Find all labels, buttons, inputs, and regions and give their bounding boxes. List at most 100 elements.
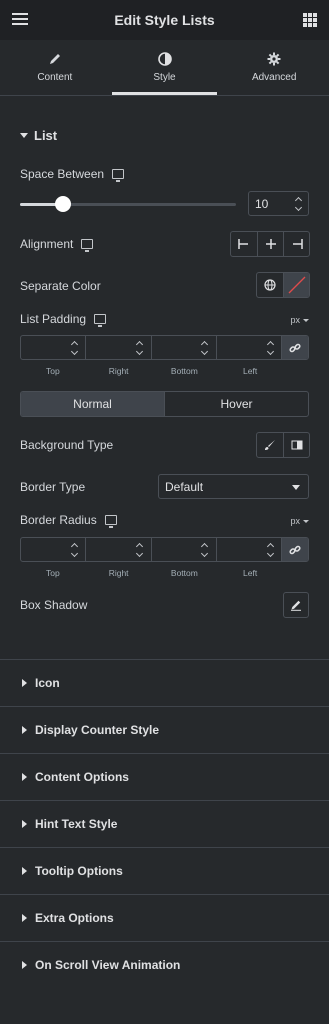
space-between-input[interactable]: 10 <box>248 191 309 216</box>
link-values-button[interactable] <box>282 336 308 359</box>
section-title: Tooltip Options <box>35 864 123 878</box>
chevron-down-icon <box>292 485 300 490</box>
align-center-button[interactable] <box>257 232 283 256</box>
control-label: Box Shadow <box>20 598 88 612</box>
chevron-down-icon[interactable] <box>266 347 274 356</box>
space-between-label: Space Between <box>20 167 125 182</box>
chevron-down-icon[interactable] <box>135 347 144 356</box>
panel-header: Edit Style Lists <box>0 0 329 40</box>
side-label: Right <box>108 366 129 376</box>
number-spinner[interactable] <box>135 340 144 356</box>
monitor-icon[interactable] <box>94 314 107 327</box>
section-display-counter-style[interactable]: Display Counter Style <box>0 706 329 753</box>
half-circle-icon <box>157 52 172 66</box>
border-type-label: Border Type <box>20 480 85 494</box>
unit-value: px <box>290 516 300 526</box>
section-icon[interactable]: Icon <box>0 659 329 706</box>
slider-handle[interactable] <box>55 196 72 212</box>
gear-icon <box>267 52 281 66</box>
number-spinner[interactable] <box>266 340 274 356</box>
chevron-down-icon <box>303 519 309 523</box>
gradient-icon <box>291 440 302 450</box>
number-spinner[interactable] <box>201 340 209 356</box>
padding-bottom-input[interactable] <box>152 336 217 359</box>
padding-left-input[interactable] <box>217 336 282 359</box>
section-hint-text-style[interactable]: Hint Text Style <box>0 800 329 847</box>
monitor-icon[interactable] <box>81 239 94 252</box>
radius-bottom-input[interactable] <box>152 538 217 561</box>
classic-background-button[interactable] <box>257 433 283 457</box>
global-colors-button[interactable] <box>257 273 283 297</box>
tab-style[interactable]: Style <box>110 40 220 95</box>
box-shadow-edit-button[interactable] <box>283 592 309 618</box>
align-start-button[interactable] <box>231 232 257 256</box>
color-swatch[interactable] <box>283 273 309 297</box>
grid-icon[interactable] <box>303 13 317 27</box>
side-label: Left <box>243 568 258 578</box>
number-spinner[interactable] <box>135 542 144 558</box>
chevron-down-icon[interactable] <box>294 203 302 212</box>
chevron-up-icon[interactable] <box>201 340 209 349</box>
box-shadow-label: Box Shadow <box>20 598 87 612</box>
padding-inputs <box>20 335 309 360</box>
monitor-icon[interactable] <box>112 169 125 182</box>
control-label: Space Between <box>20 167 105 181</box>
tab-hover[interactable]: Hover <box>164 392 308 416</box>
number-spinner[interactable] <box>201 542 209 558</box>
section-extra-options[interactable]: Extra Options <box>0 894 329 941</box>
radius-right-input[interactable] <box>86 538 152 561</box>
side-label: Bottom <box>170 366 198 376</box>
number-spinner[interactable] <box>70 340 78 356</box>
chevron-up-icon[interactable] <box>201 542 209 551</box>
number-spinner[interactable] <box>70 542 78 558</box>
tab-label: Content <box>37 72 73 83</box>
number-spinner[interactable] <box>266 542 274 558</box>
chevron-down-icon[interactable] <box>135 549 144 558</box>
separate-color-label: Separate Color <box>20 279 101 293</box>
side-label: Top <box>46 568 60 578</box>
brush-icon <box>265 440 275 450</box>
monitor-icon[interactable] <box>104 515 117 528</box>
chevron-down-icon[interactable] <box>70 549 78 558</box>
number-spinner[interactable] <box>294 196 302 212</box>
side-label: Left <box>243 366 258 376</box>
chevron-down-icon[interactable] <box>201 347 209 356</box>
align-end-button[interactable] <box>283 232 309 256</box>
chevron-down-icon[interactable] <box>70 347 78 356</box>
gradient-background-button[interactable] <box>283 433 309 457</box>
border-type-select[interactable]: Default <box>158 474 309 499</box>
side-label: Bottom <box>170 568 198 578</box>
link-values-button[interactable] <box>282 538 308 561</box>
radius-inputs <box>20 537 309 562</box>
tab-normal[interactable]: Normal <box>21 392 164 416</box>
section-tooltip-options[interactable]: Tooltip Options <box>0 847 329 894</box>
caret-right-icon <box>22 914 27 922</box>
unit-selector[interactable]: px <box>290 315 309 325</box>
padding-right-input[interactable] <box>86 336 152 359</box>
unit-selector[interactable]: px <box>290 516 309 526</box>
globe-icon <box>264 279 276 291</box>
list-padding-label: List Padding <box>20 312 107 327</box>
chevron-down-icon[interactable] <box>201 549 209 558</box>
chevron-down-icon[interactable] <box>266 549 274 558</box>
control-label: Separate Color <box>20 279 101 293</box>
hamburger-icon[interactable] <box>10 10 30 30</box>
caret-right-icon <box>22 773 27 781</box>
section-list-toggle[interactable]: List <box>0 117 329 153</box>
section-title: List <box>34 127 58 143</box>
padding-top-input[interactable] <box>21 336 87 359</box>
tab-content[interactable]: Content <box>0 40 110 95</box>
section-title: On Scroll View Animation <box>35 958 181 972</box>
side-label: Top <box>46 366 60 376</box>
section-content-options[interactable]: Content Options <box>0 753 329 800</box>
tab-label: Advanced <box>251 72 297 83</box>
caret-right-icon <box>22 726 27 734</box>
tab-advanced[interactable]: Advanced <box>219 40 329 95</box>
radius-top-input[interactable] <box>21 538 87 561</box>
radius-left-input[interactable] <box>217 538 282 561</box>
section-title: Content Options <box>35 770 129 784</box>
state-toggle: Normal Hover <box>20 391 309 417</box>
space-between-slider[interactable] <box>20 196 236 212</box>
unit-value: px <box>290 315 300 325</box>
section-on-scroll-view-animation[interactable]: On Scroll View Animation <box>0 941 329 988</box>
